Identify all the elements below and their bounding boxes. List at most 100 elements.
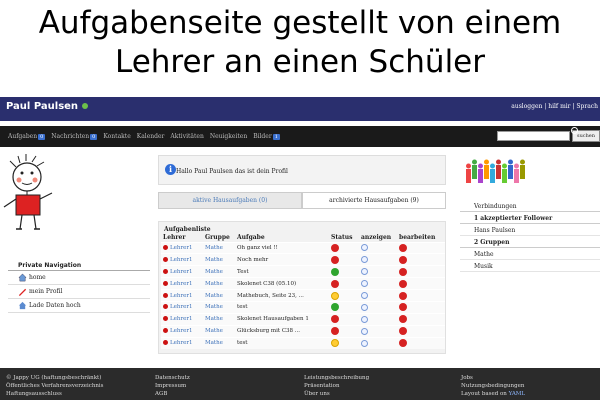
- private-nav-label[interactable]: Lade Daten hoch: [29, 302, 81, 309]
- group-cell[interactable]: Mathe: [203, 253, 235, 266]
- view-magnifier-icon[interactable]: [361, 244, 368, 252]
- nav-label[interactable]: Aufgaben: [8, 133, 37, 140]
- group-link[interactable]: Mathe: [205, 269, 223, 275]
- teacher-link[interactable]: Lehrer1: [170, 304, 192, 310]
- edit-stop-icon[interactable]: [399, 267, 407, 276]
- group-link[interactable]: Mathe: [205, 257, 223, 263]
- follower-item[interactable]: Hans Paulsen: [460, 224, 600, 236]
- view-cell[interactable]: [359, 312, 397, 326]
- groups-count[interactable]: 2 Gruppen: [460, 236, 600, 248]
- nav-item-aufgaben[interactable]: Aufgaben 0: [8, 133, 46, 140]
- nav-label[interactable]: Bilder: [253, 133, 272, 140]
- group-item[interactable]: Mathe: [460, 248, 600, 260]
- edit-stop-icon[interactable]: [399, 291, 407, 300]
- footer-link[interactable]: Haftungsausschluss: [6, 390, 104, 398]
- view-magnifier-icon[interactable]: [361, 292, 368, 299]
- edit-cell[interactable]: [397, 324, 445, 338]
- private-nav-item-home[interactable]: home: [8, 271, 150, 285]
- group-cell[interactable]: Mathe: [203, 289, 235, 302]
- view-cell[interactable]: [359, 324, 397, 338]
- footer-link[interactable]: © Jappy UG (haftungsbeschränkt): [6, 374, 104, 382]
- group-cell[interactable]: Mathe: [203, 324, 235, 338]
- group-cell[interactable]: Mathe: [203, 241, 235, 254]
- teacher-cell[interactable]: Lehrer1: [161, 336, 203, 350]
- footer-link[interactable]: Nutzungsbedingungen: [461, 382, 525, 390]
- group-link[interactable]: Mathe: [205, 340, 223, 346]
- edit-stop-icon[interactable]: [399, 303, 407, 312]
- teacher-cell[interactable]: Lehrer1: [161, 277, 203, 290]
- edit-stop-icon[interactable]: [399, 339, 407, 348]
- teacher-cell[interactable]: Lehrer1: [161, 241, 203, 254]
- search-input[interactable]: [497, 131, 570, 141]
- nav-item-kontakte[interactable]: Kontakte: [103, 133, 130, 140]
- edit-cell[interactable]: [397, 289, 445, 302]
- group-cell[interactable]: Mathe: [203, 336, 235, 350]
- group-item[interactable]: Musik: [460, 260, 600, 272]
- group-link[interactable]: Mathe: [205, 293, 223, 299]
- teacher-link[interactable]: Lehrer1: [170, 281, 192, 287]
- teacher-cell[interactable]: Lehrer1: [161, 265, 203, 278]
- view-magnifier-icon[interactable]: [361, 280, 368, 288]
- view-cell[interactable]: [359, 277, 397, 290]
- edit-stop-icon[interactable]: [399, 315, 407, 324]
- teacher-link[interactable]: Lehrer1: [170, 328, 192, 334]
- teacher-link[interactable]: Lehrer1: [170, 316, 192, 322]
- nav-item-kalender[interactable]: Kalender: [137, 133, 165, 140]
- tab-active-homework[interactable]: aktive Hausaufgaben (0): [158, 192, 302, 209]
- edit-cell[interactable]: [397, 300, 445, 314]
- teacher-cell[interactable]: Lehrer1: [161, 312, 203, 326]
- private-nav-label[interactable]: home: [29, 274, 46, 281]
- group-link[interactable]: Mathe: [205, 245, 223, 251]
- edit-cell[interactable]: [397, 312, 445, 326]
- teacher-cell[interactable]: Lehrer1: [161, 289, 203, 302]
- view-magnifier-icon[interactable]: [361, 327, 368, 335]
- private-nav-item-upload[interactable]: Lade Daten hoch: [8, 299, 150, 313]
- view-cell[interactable]: [359, 289, 397, 302]
- view-cell[interactable]: [359, 265, 397, 278]
- view-cell[interactable]: [359, 336, 397, 350]
- edit-stop-icon[interactable]: [399, 243, 407, 252]
- edit-stop-icon[interactable]: [399, 279, 407, 288]
- private-nav-label[interactable]: mein Profil: [29, 288, 62, 295]
- footer-link[interactable]: Datenschutz: [155, 374, 190, 382]
- group-link[interactable]: Mathe: [205, 316, 223, 322]
- followers-count[interactable]: 1 akzeptierter Follower: [460, 212, 600, 224]
- edit-cell[interactable]: [397, 253, 445, 266]
- teacher-link[interactable]: Lehrer1: [170, 245, 192, 251]
- edit-stop-icon[interactable]: [399, 327, 407, 336]
- group-cell[interactable]: Mathe: [203, 312, 235, 326]
- footer-link[interactable]: Öffentliches Verfahrensverzeichnis: [6, 382, 104, 390]
- view-magnifier-icon[interactable]: [361, 303, 368, 311]
- nav-item-aktivitaeten[interactable]: Aktivitäten: [170, 133, 203, 140]
- teacher-link[interactable]: Lehrer1: [170, 257, 192, 263]
- footer-link[interactable]: Jobs: [461, 374, 525, 382]
- view-magnifier-icon[interactable]: [361, 339, 368, 347]
- footer-link[interactable]: Leistungsbeschreibung: [304, 374, 369, 382]
- view-cell[interactable]: [359, 253, 397, 266]
- tab-archived-homework[interactable]: archivierte Hausaufgaben (9): [302, 192, 446, 209]
- group-cell[interactable]: Mathe: [203, 265, 235, 278]
- teacher-cell[interactable]: Lehrer1: [161, 324, 203, 338]
- edit-cell[interactable]: [397, 241, 445, 254]
- footer-link[interactable]: Impressum: [155, 382, 190, 390]
- teacher-link[interactable]: Lehrer1: [170, 269, 192, 275]
- group-link[interactable]: Mathe: [205, 328, 223, 334]
- teacher-cell[interactable]: Lehrer1: [161, 253, 203, 266]
- footer-link[interactable]: AGB: [155, 390, 190, 398]
- brand-name[interactable]: Paul Paulsen: [6, 101, 78, 112]
- view-cell[interactable]: [359, 241, 397, 254]
- header-links[interactable]: ausloggen | hilf mir | Sprach: [511, 103, 598, 110]
- nav-item-nachrichten[interactable]: Nachrichten 0: [51, 133, 98, 140]
- edit-cell[interactable]: [397, 336, 445, 350]
- teacher-link[interactable]: Lehrer1: [170, 293, 192, 299]
- group-cell[interactable]: Mathe: [203, 277, 235, 290]
- group-link[interactable]: Mathe: [205, 304, 223, 310]
- nav-label[interactable]: Nachrichten: [51, 133, 89, 140]
- edit-cell[interactable]: [397, 265, 445, 278]
- nav-item-bilder[interactable]: Bilder 1: [253, 133, 280, 140]
- edit-stop-icon[interactable]: [399, 255, 407, 264]
- view-magnifier-icon[interactable]: [361, 315, 368, 323]
- teacher-link[interactable]: Lehrer1: [170, 340, 192, 346]
- teacher-cell[interactable]: Lehrer1: [161, 300, 203, 314]
- group-cell[interactable]: Mathe: [203, 300, 235, 314]
